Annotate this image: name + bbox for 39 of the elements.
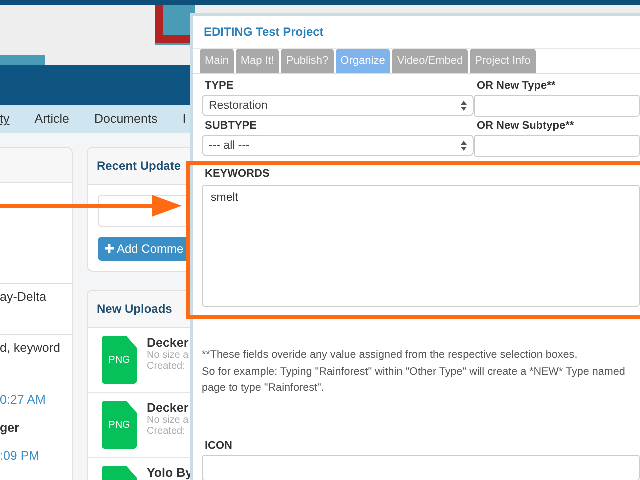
activity-text: ay-Delta: [0, 283, 72, 334]
type-select[interactable]: Restoration: [202, 95, 474, 116]
field-label: OR New Subtype**: [476, 119, 576, 134]
field-label: OR New Type**: [476, 79, 557, 94]
new-type-field[interactable]: [474, 95, 640, 117]
stepper-icon: [461, 140, 467, 150]
help-text: So for example: Typing "Rainforest" within "Other Type" will create a *NEW* Type named: [202, 364, 626, 380]
keywords-field[interactable]: smelt: [202, 185, 640, 307]
file-size: No size a: [147, 415, 189, 426]
nav-link[interactable]: I: [182, 112, 186, 126]
help-text: page to type "Rainforest".: [202, 381, 326, 396]
file-icon: PNG: [102, 401, 137, 449]
activity-text: d, keyword: [0, 334, 72, 385]
field-label: SUBTYPE: [204, 119, 258, 134]
stepper-icon: [461, 100, 467, 110]
dialog-title: EDITING Test Project: [204, 25, 324, 39]
activity-time: :09 PM: [0, 448, 41, 465]
field-label: ICON: [204, 438, 234, 454]
activity-time: 0:27 AM: [0, 392, 47, 409]
icon-field[interactable]: [202, 454, 640, 480]
nav-link[interactable]: Article: [34, 112, 70, 126]
field-label: TYPE: [204, 79, 235, 94]
activity-user: ger: [0, 420, 20, 437]
card-title: New Uploads: [97, 302, 172, 316]
nav-link[interactable]: Documents: [94, 112, 158, 126]
file-name[interactable]: Decker: [147, 336, 189, 350]
card-title: Recent Update: [97, 159, 182, 173]
file-icon: PNG: [102, 336, 137, 384]
subtype-select[interactable]: --- all ---: [202, 135, 474, 156]
new-subtype-field[interactable]: [474, 135, 640, 157]
field-label: KEYWORDS: [204, 167, 271, 182]
nav-link[interactable]: ty: [0, 112, 10, 126]
file-size: No size a: [147, 350, 189, 361]
file-created: Created:: [147, 361, 186, 372]
file-created: Created:: [147, 426, 186, 437]
file-name[interactable]: Decker: [147, 401, 189, 415]
plus-icon: [105, 244, 114, 253]
logo-drawing: [155, 5, 195, 45]
help-text: **These fields overide any value assigned from the respective selection boxes.: [202, 348, 579, 363]
